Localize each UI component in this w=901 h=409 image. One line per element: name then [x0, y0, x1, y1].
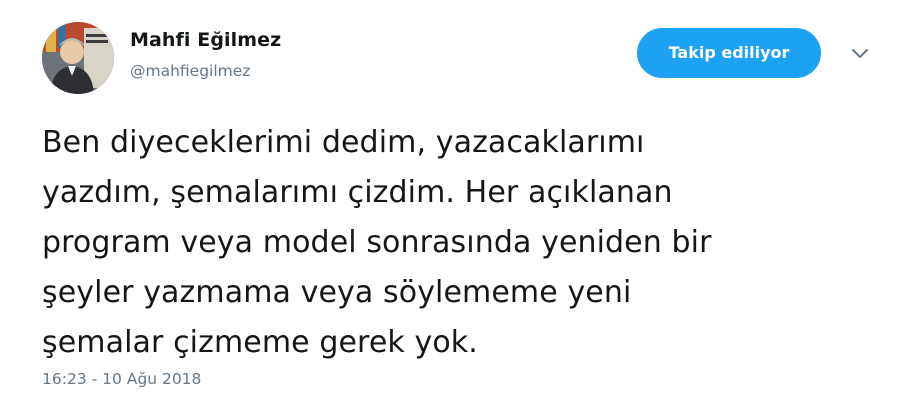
avatar[interactable]	[42, 22, 114, 94]
following-button[interactable]: Takip ediliyor	[637, 28, 821, 78]
tweet-text: Ben diyeceklerimi dedim, yazacaklarımı y…	[42, 125, 712, 360]
avatar-image	[42, 22, 114, 94]
chevron-down-icon[interactable]	[850, 46, 870, 60]
tweet-card: Mahfi Eğilmez @mahfiegilmez Takip ediliy…	[0, 0, 901, 409]
tweet-timestamp[interactable]: 16:23 - 10 Ağu 2018	[42, 370, 201, 388]
author-handle[interactable]: @mahfiegilmez	[130, 62, 250, 80]
author-display-name[interactable]: Mahfi Eğilmez	[130, 29, 281, 51]
